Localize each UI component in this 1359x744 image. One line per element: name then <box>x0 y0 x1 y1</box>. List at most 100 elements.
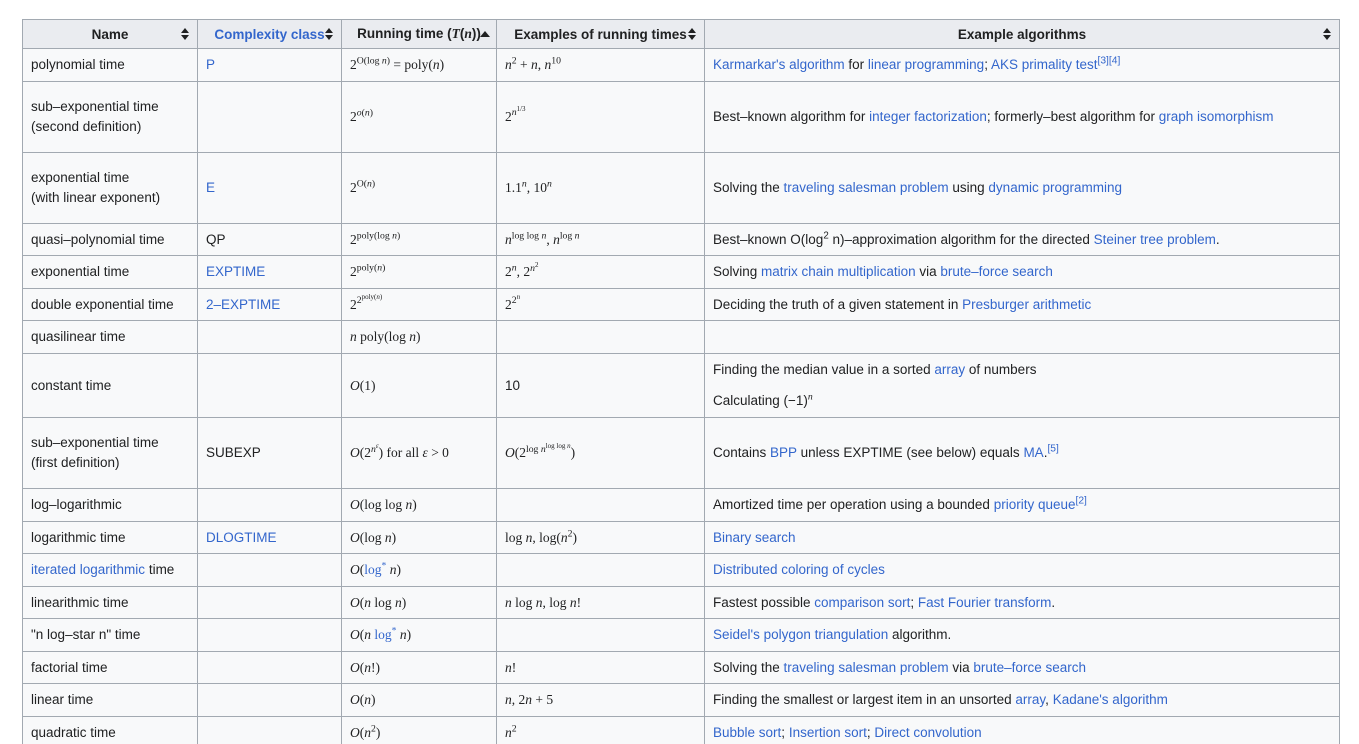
link-array[interactable]: array <box>934 362 965 377</box>
cell-name: logarithmic time <box>22 520 198 555</box>
sort-both-icon[interactable] <box>180 27 191 41</box>
link-karmarkar-algorithm[interactable]: Karmarkar's algorithm <box>713 57 845 72</box>
cell-examples <box>496 553 705 587</box>
page-root: Name Complexity class Running time (T(n)… <box>0 0 1359 744</box>
row-name-label: exponential time <box>31 264 130 280</box>
cell-complexity-class: QP <box>197 222 342 257</box>
cell-running-time: O(2nε) for all ε > 0 <box>341 416 497 489</box>
text-semicolon: ; <box>984 57 991 72</box>
cell-complexity-class <box>197 553 342 587</box>
complexity-classes-table: Name Complexity class Running time (T(n)… <box>22 19 1340 744</box>
cell-examples: n! <box>496 650 705 685</box>
cell-examples: 1.1n, 10n <box>496 151 705 224</box>
link-presburger-arithmetic[interactable]: Presburger arithmetic <box>962 297 1091 312</box>
cell-example-algorithms: Karmarkar's algorithm for linear program… <box>704 48 1340 82</box>
row-name-line-2: (with linear exponent) <box>31 189 161 205</box>
cell-name: log–logarithmic <box>22 487 198 522</box>
cell-name: exponential time (with linear exponent) <box>22 151 198 224</box>
cell-examples: n log n, log n! <box>496 585 705 620</box>
cell-examples: O(2log nlog log n) <box>496 416 705 489</box>
ref-2[interactable]: [2] <box>1076 495 1087 506</box>
link-distributed-coloring-of-cycles[interactable]: Distributed coloring of cycles <box>713 562 885 577</box>
sort-both-icon[interactable] <box>687 27 698 41</box>
link-aks-primality-test[interactable]: AKS primality test <box>991 57 1098 72</box>
link-bpp[interactable]: BPP <box>770 445 797 460</box>
link-log-star[interactable]: log* <box>364 561 386 577</box>
cell-running-time: 2o(n) <box>341 80 497 153</box>
column-header-examples-of-running-times[interactable]: Examples of running times <box>496 19 705 49</box>
link-dynamic-programming[interactable]: dynamic programming <box>988 180 1122 195</box>
complexity-class-link[interactable]: DLOGTIME <box>206 530 277 545</box>
cell-complexity-class: DLOGTIME <box>197 520 342 555</box>
link-graph-isomorphism[interactable]: graph isomorphism <box>1159 109 1274 124</box>
cell-complexity-class: E <box>197 151 342 224</box>
link-polygon-triangulation[interactable]: polygon triangulation <box>764 627 889 642</box>
complexity-class-link[interactable]: E <box>206 180 215 195</box>
table-header: Name Complexity class Running time (T(n)… <box>22 19 1340 49</box>
link-integer-factorization[interactable]: integer factorization <box>869 109 987 124</box>
link-brute-force-search[interactable]: brute–force search <box>940 264 1053 279</box>
link-array[interactable]: array <box>1015 692 1045 707</box>
link-matrix-chain-multiplication[interactable]: matrix chain multiplication <box>761 264 916 279</box>
complexity-class-link[interactable]: P <box>206 57 215 72</box>
table-row: iterated logarithmic time O(log* n) Dist… <box>22 553 1340 587</box>
link-direct-convolution[interactable]: Direct convolution <box>874 725 981 740</box>
link-steiner-tree-problem[interactable]: Steiner tree problem <box>1094 232 1216 247</box>
cell-complexity-class <box>197 320 342 354</box>
cell-examples <box>496 320 705 354</box>
ref-5[interactable]: [5] <box>1047 444 1058 455</box>
table-row: quasi–polynomial time QP 2poly(log n) nl… <box>22 222 1340 257</box>
cell-name: constant time <box>22 352 198 418</box>
text-fastest-possible: Fastest possible <box>713 594 815 610</box>
link-insertion-sort[interactable]: Insertion sort <box>789 725 867 740</box>
table-row: linearithmic time O(n log n) n log n, lo… <box>22 585 1340 620</box>
link-fast-fourier-transform[interactable]: Fast Fourier transform <box>918 595 1052 610</box>
complexity-class-link[interactable]: 2–EXPTIME <box>206 297 280 312</box>
text-calculating: Calculating (−1) <box>713 393 808 409</box>
sort-both-icon[interactable] <box>324 27 335 41</box>
row-name-label: quasilinear time <box>31 329 126 345</box>
complexity-class-link[interactable]: EXPTIME <box>206 264 265 279</box>
link-traveling-salesman-problem[interactable]: traveling salesman problem <box>784 180 949 195</box>
link-binary-search[interactable]: Binary search <box>713 530 796 545</box>
column-header-name[interactable]: Name <box>22 19 198 49</box>
cell-example-algorithms: Solving matrix chain multiplication via … <box>704 255 1340 289</box>
cell-name: factorial time <box>22 650 198 685</box>
cell-example-algorithms: Finding the smallest or largest item in … <box>704 683 1340 717</box>
cell-complexity-class <box>197 352 342 418</box>
complexity-class-text: QP <box>206 231 226 247</box>
cell-name: linear time <box>22 683 198 717</box>
link-traveling-salesman-problem[interactable]: traveling salesman problem <box>784 660 949 675</box>
sort-ascending-icon[interactable] <box>479 27 490 41</box>
column-header-running-time[interactable]: Running time (T(n)) <box>341 19 497 49</box>
link-brute-force-search[interactable]: brute–force search <box>973 660 1086 675</box>
column-header-complexity-class[interactable]: Complexity class <box>197 19 342 49</box>
cell-name: double exponential time <box>22 287 198 322</box>
link-log-star[interactable]: log* <box>374 626 396 642</box>
row-name-link[interactable]: iterated logarithmic <box>31 562 145 577</box>
cell-examples: nlog log n, nlog n <box>496 222 705 257</box>
link-seidel[interactable]: Seidel's <box>713 627 760 642</box>
text-amortized-pre: Amortized time per operation using a bou… <box>713 496 994 512</box>
sort-both-icon[interactable] <box>1322 27 1333 41</box>
text-best-known-algorithm-for: Best–known algorithm for <box>713 108 870 124</box>
row-name-label: "n log–star n" time <box>31 627 141 643</box>
header-row: Name Complexity class Running time (T(n)… <box>22 19 1340 49</box>
ref-3-4[interactable]: [3][4] <box>1098 56 1121 67</box>
link-comparison-sort[interactable]: comparison sort <box>814 595 910 610</box>
link-kadane-algorithm[interactable]: Kadane's algorithm <box>1053 692 1168 707</box>
link-linear-programming[interactable]: linear programming <box>868 57 984 72</box>
link-bubble-sort[interactable]: Bubble sort <box>713 725 781 740</box>
table-row: "n log–star n" time O(n log* n) Seidel's… <box>22 618 1340 652</box>
column-header-complexity-class-label[interactable]: Complexity class <box>214 27 324 42</box>
text-algorithm-period: algorithm. <box>888 627 952 643</box>
text-via: via <box>915 264 941 280</box>
text-comma: , <box>1045 692 1053 708</box>
cell-examples: 2n, 2n2 <box>496 255 705 289</box>
text-solving: Solving <box>713 264 762 280</box>
link-priority-queue[interactable]: priority queue <box>994 497 1076 512</box>
column-header-example-algorithms[interactable]: Example algorithms <box>704 19 1340 49</box>
cell-running-time: n poly(log n) <box>341 320 497 354</box>
row-name-line-1: exponential time <box>31 170 130 185</box>
link-ma[interactable]: MA <box>1023 445 1043 460</box>
